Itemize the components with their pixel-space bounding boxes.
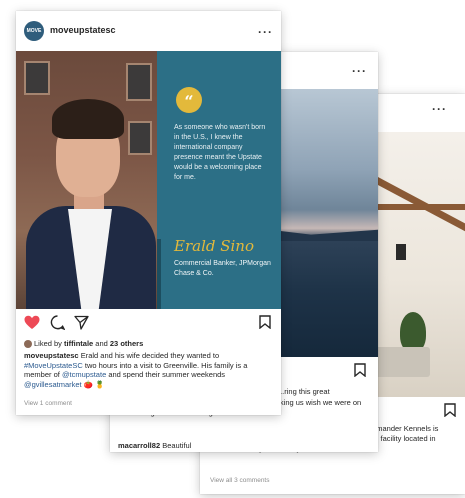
plant	[400, 312, 426, 352]
liker-avatar	[24, 340, 32, 349]
bookmark-icon[interactable]	[444, 403, 456, 420]
bookmark-icon[interactable]	[354, 363, 366, 380]
share-icon[interactable]	[74, 315, 89, 333]
comment-text: Beautiful	[160, 441, 192, 450]
building-window	[24, 61, 50, 95]
heart-icon[interactable]	[24, 315, 40, 333]
more-options-icon[interactable]: ···	[432, 102, 447, 116]
post-card-quote: MOVE moveupstatesc ··· “ As someone who …	[16, 11, 281, 415]
signature: Erald Sino	[174, 237, 254, 255]
post-caption: moveupstatesc Erald and his wife decided…	[24, 351, 274, 389]
action-bar	[16, 309, 281, 337]
hashtag-link[interactable]: #MoveUpstateSC	[24, 361, 83, 370]
hair	[52, 99, 124, 139]
view-comments-link[interactable]: View 1 comment	[24, 400, 72, 407]
post-image-quote: “ As someone who wasn't born in the U.S.…	[16, 51, 281, 309]
quote-icon: “	[176, 87, 202, 113]
building-window	[126, 63, 152, 101]
quote-accent-bar	[157, 239, 161, 309]
caption-text: Erald and his wife decided they wanted t…	[78, 351, 220, 360]
lantern	[396, 244, 406, 260]
liked-by-label: Liked by	[34, 339, 65, 348]
caption-username[interactable]: moveupstatesc	[24, 351, 79, 360]
signature-title: Commercial Banker, JPMorgan Chase & Co.	[174, 260, 271, 277]
more-options-icon[interactable]: ···	[258, 25, 273, 39]
bookmark-icon[interactable]	[259, 315, 271, 332]
building-window	[128, 121, 152, 155]
liked-by-others[interactable]: 23 others	[110, 339, 143, 348]
post-header: MOVE moveupstatesc ···	[16, 11, 281, 51]
avatar[interactable]: MOVE	[24, 21, 44, 41]
mention-link[interactable]: @gvillesatmarket	[24, 380, 82, 389]
mention-link[interactable]: @tcmupstate	[62, 370, 106, 379]
post-username[interactable]: moveupstatesc	[50, 25, 116, 35]
caption-text: and spend their summer weekends	[106, 370, 226, 379]
caption-partial: ...mander Kennels is	[370, 424, 439, 433]
more-options-icon[interactable]: ···	[352, 64, 367, 78]
quote-text: As someone who wasn't born in the U.S., …	[174, 124, 266, 181]
caption-emoji: 🍅 🍍	[81, 379, 105, 389]
portrait-photo	[16, 51, 157, 309]
liked-by-and: and	[93, 339, 110, 348]
comment-username[interactable]: macarroll82	[118, 441, 160, 450]
comment-icon[interactable]	[50, 315, 66, 333]
caption-partial: ...ring this great	[278, 387, 330, 396]
view-comments-link[interactable]: View all 3 comments	[210, 477, 270, 484]
liked-by-user[interactable]: tiffintale	[64, 339, 93, 348]
likes-summary: Liked by tiffintale and 23 others	[24, 339, 143, 349]
comment: macarroll82 Beautiful	[118, 441, 191, 450]
